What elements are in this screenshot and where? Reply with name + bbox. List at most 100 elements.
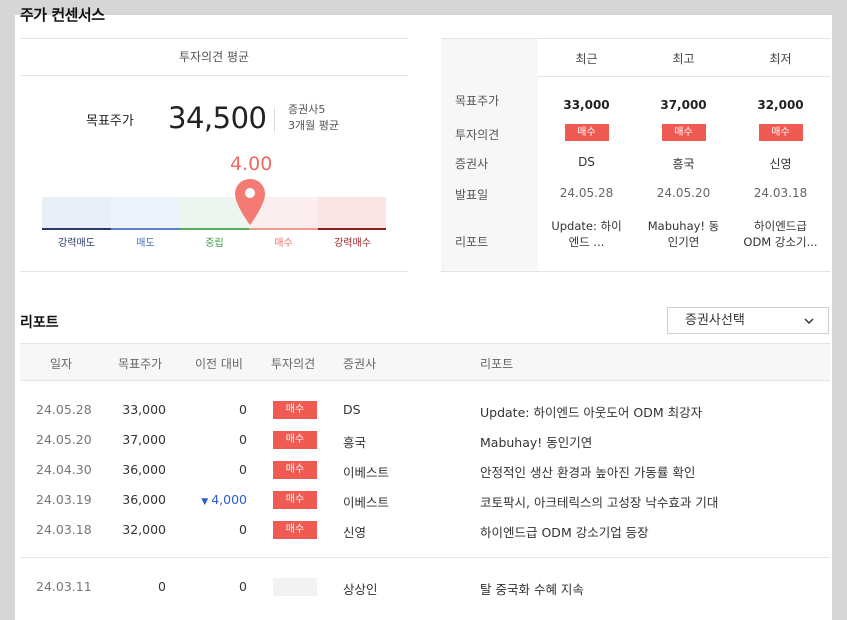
gauge-label-sell: 매도 (136, 238, 155, 249)
table-divider (20, 557, 830, 558)
target-price-label: 목표주가 (86, 114, 134, 129)
row-broker: 신영 (343, 525, 367, 540)
opinion-badge: 매수 (273, 491, 317, 509)
row-change-value: 4,000 (211, 492, 247, 507)
row-report-link[interactable]: 코토팍시, 아크테릭스의 고성장 낙수효과 기대 (480, 492, 718, 511)
opinion-badge: 매수 (661, 124, 706, 141)
row-report-link[interactable]: Mabuhay! 동인기연 (480, 432, 592, 451)
lowest-opinion: 매수 (732, 124, 829, 141)
gauge-label-strong-buy: 강력매수 (334, 238, 371, 249)
row-broker: 상상인 (343, 582, 378, 597)
row-label-broker: 증권사 (455, 157, 489, 171)
gauge-segment-strong-sell (42, 197, 111, 230)
header-broker: 증권사 (343, 357, 377, 371)
page-title: 주가 컨센서스 (20, 6, 105, 24)
row-report-link[interactable]: 탈 중국화 수혜 지속 (480, 579, 584, 598)
row-change: 0 (239, 432, 247, 447)
recent-report-link[interactable]: Update: 하이엔드 ... (538, 218, 635, 250)
broker-select-label: 증권사선택 (685, 313, 745, 328)
gauge-segment-sell (111, 197, 180, 230)
table-row: 24.03.19 36,000 ▼ 4,000 매수 이베스트 코토팍시, 아크테… (20, 486, 830, 516)
row-date: 24.03.19 (36, 492, 92, 507)
header-date: 일자 (50, 357, 73, 371)
table-row: 24.03.11 0 0 상상인 탈 중국화 수혜 지속 (20, 573, 830, 603)
recent-opinion: 매수 (538, 124, 635, 141)
row-target-price: 33,000 (122, 402, 166, 417)
opinion-badge: 매수 (273, 521, 317, 539)
lowest-broker: 신영 (769, 157, 792, 171)
row-broker: 이베스트 (343, 495, 390, 510)
recent-target-price: 33,000 (563, 98, 610, 112)
recent-date: 24.05.28 (559, 186, 614, 200)
broker-select[interactable]: 증권사선택 (667, 307, 829, 334)
reports-title: 리포트 (20, 315, 59, 331)
row-broker: 흥국 (343, 435, 367, 450)
row-change: 0 (239, 402, 247, 417)
opinion-gauge (42, 197, 386, 230)
header-target-price: 목표주가 (118, 357, 163, 371)
opinion-badge: 매수 (564, 124, 609, 141)
column-highest: 최고 (672, 52, 695, 66)
row-date: 24.03.18 (36, 522, 92, 537)
gauge-label-strong-sell: 강력매도 (58, 238, 95, 249)
row-report-link[interactable]: Update: 하이엔드 아웃도어 ODM 최강자 (480, 402, 702, 421)
row-date: 24.05.20 (36, 432, 92, 447)
reports-table-header: 일자 목표주가 이전 대비 투자의견 증권사 리포트 (20, 343, 830, 381)
table-row: 24.05.20 37,000 0 매수 흥국 Mabuhay! 동인기연 (20, 426, 830, 456)
row-report-link[interactable]: 하이엔드급 ODM 강소기업 등장 (480, 522, 649, 541)
average-period: 3개월 평균 (288, 119, 339, 132)
recent-broker: DS (578, 155, 595, 169)
triangle-down-icon: ▼ (201, 497, 209, 507)
highest-broker: 흥국 (672, 157, 695, 171)
row-broker: 이베스트 (343, 465, 390, 480)
column-recent: 최근 (575, 52, 598, 66)
table-row: 24.04.30 36,000 0 매수 이베스트 안정적인 생산 환경과 높아… (20, 456, 830, 486)
opinion-badge: 매수 (273, 461, 317, 479)
row-target-price: 36,000 (122, 462, 166, 477)
chevron-down-icon (804, 318, 814, 325)
row-change: 0 (239, 579, 247, 594)
opinion-average-header: 투자의견 평균 (20, 39, 408, 76)
row-report-link[interactable]: 안정적인 생산 환경과 높아진 가동률 확인 (480, 462, 695, 481)
row-change: 0 (239, 462, 247, 477)
opinion-badge (273, 578, 317, 596)
column-lowest: 최저 (769, 52, 792, 66)
gauge-segment-strong-buy (318, 197, 386, 230)
row-label-date: 발표일 (455, 188, 489, 202)
recent-opinions-card: 최근 최고 최저 목표주가 투자의견 증권사 발표일 리포트 33,000 매수… (441, 38, 830, 272)
opinion-badge: 매수 (273, 431, 317, 449)
row-date: 24.05.28 (36, 402, 92, 417)
row-broker: DS (343, 402, 361, 417)
lowest-target-price: 32,000 (757, 98, 804, 112)
row-target-price: 37,000 (122, 432, 166, 447)
map-pin-icon (235, 179, 265, 225)
row-label-target-price: 목표주가 (455, 94, 500, 108)
lowest-date: 24.03.18 (753, 186, 808, 200)
row-date: 24.03.11 (36, 579, 92, 594)
table-row: 24.03.18 32,000 0 매수 신영 하이엔드급 ODM 강소기업 등… (20, 516, 830, 546)
lowest-report-link[interactable]: 하이엔드급 ODM 강소기... (732, 218, 829, 250)
table-row: 24.05.28 33,000 0 매수 DS Update: 하이엔드 아웃도… (20, 396, 830, 426)
opinion-badge: 매수 (758, 124, 803, 141)
target-price-divider (274, 107, 275, 133)
row-label-opinion: 투자의견 (455, 128, 500, 142)
highest-opinion: 매수 (635, 124, 732, 141)
opinion-score: 4.00 (230, 153, 273, 175)
row-change: 0 (239, 522, 247, 537)
row-target-price: 36,000 (122, 492, 166, 507)
header-change: 이전 대비 (195, 357, 243, 371)
highest-target-price: 37,000 (660, 98, 707, 112)
row-target-price: 0 (158, 579, 166, 594)
header-opinion: 투자의견 (271, 357, 316, 371)
highest-report-link[interactable]: Mabuhay! 동인기연 (635, 218, 732, 250)
target-price-value: 34,500 (168, 101, 267, 135)
header-report: 리포트 (480, 357, 514, 371)
row-change: ▼ 4,000 (180, 492, 247, 507)
opinion-average-card: 투자의견 평균 목표주가 34,500 증권사5 3개월 평균 강력매도 매도 … (20, 38, 408, 272)
highest-date: 24.05.20 (656, 186, 711, 200)
row-date: 24.04.30 (36, 462, 92, 477)
row-target-price: 32,000 (122, 522, 166, 537)
gauge-label-neutral: 중립 (205, 238, 224, 249)
row-label-report: 리포트 (455, 235, 489, 249)
opinion-badge: 매수 (273, 401, 317, 419)
